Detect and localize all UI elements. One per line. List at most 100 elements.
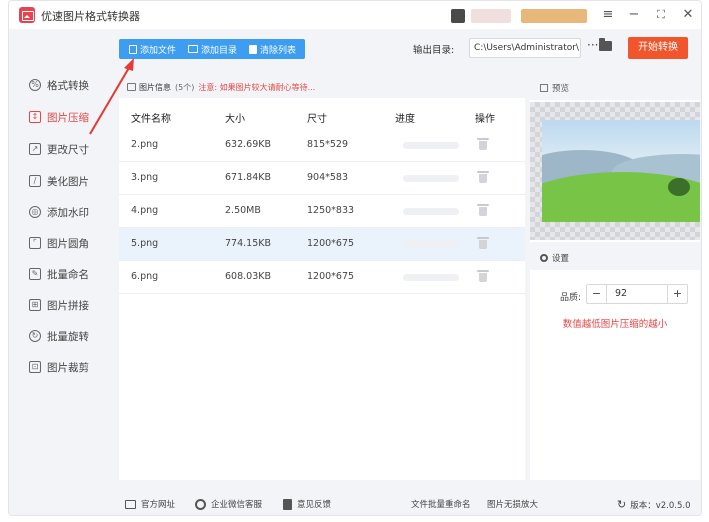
gear-icon <box>540 254 548 262</box>
image-icon <box>127 83 136 91</box>
sidebar-item-format-convert[interactable]: % 格式转换 <box>29 75 105 95</box>
feedback-label: 意见反馈 <box>297 500 332 510</box>
redacted-area <box>471 9 511 23</box>
open-folder-icon[interactable] <box>599 38 612 51</box>
add-file-label: 添加文件 <box>140 45 177 56</box>
file-list-panel: 图片信息 (5个) 注意: 如果图片较大请耐心等待... 文件名称 大小 尺寸 进度… <box>119 78 525 480</box>
table-row[interactable]: 6.png 608.03KB 1200*675 <box>119 261 525 294</box>
delete-icon[interactable] <box>477 170 489 183</box>
version-label: 版本：v2.0.5.0 <box>630 500 691 511</box>
clear-list-button[interactable]: 清除列表 <box>245 39 300 59</box>
trash-icon <box>249 44 258 54</box>
preview-image <box>542 120 700 222</box>
format-icon: % <box>29 79 41 91</box>
lossless-enlarge-link[interactable]: 图片无损放大 <box>487 498 538 510</box>
rename-icon: ✎ <box>29 268 41 280</box>
sidebar-item-rotate[interactable]: ↻ 批量旋转 <box>29 326 105 346</box>
file-icon <box>129 44 137 54</box>
menu-icon[interactable]: ≡ <box>599 6 617 24</box>
start-convert-button[interactable]: 开始转换 <box>628 37 688 59</box>
rotate-icon: ↻ <box>29 330 41 342</box>
file-dimensions: 815*529 <box>307 139 349 150</box>
sidebar-item-label: 图片圆角 <box>47 237 89 250</box>
app-window: 优速图片格式转换器 ≡ − ⛶ ✕ % 格式转换 ↕ 图片压缩 ↗ 更改尺寸 ∕… <box>8 0 702 516</box>
sidebar-item-compress[interactable]: ↕ 图片压缩 <box>29 107 105 127</box>
batch-rename-label: 文件批量重命名 <box>411 500 471 510</box>
feedback-link[interactable]: 意见反馈 <box>283 498 331 510</box>
sidebar-item-label: 图片拼接 <box>47 299 89 312</box>
add-file-button[interactable]: 添加文件 <box>125 39 180 59</box>
version-info[interactable]: ↻ 版本：v2.0.5.0 <box>617 498 691 511</box>
file-name: 5.png <box>131 238 159 249</box>
sidebar-item-label: 美化图片 <box>47 175 89 188</box>
table-row[interactable]: 3.png 671.84KB 904*583 <box>119 162 525 195</box>
sidebar-item-resize[interactable]: ↗ 更改尺寸 <box>29 139 105 159</box>
quality-label: 品质: <box>560 293 582 303</box>
sidebar-item-crop[interactable]: ⊡ 图片裁剪 <box>29 357 105 377</box>
clear-list-label: 清除列表 <box>260 45 297 56</box>
settings-panel: 设置 品质: − 92 + 数值越低图片压缩的越小 <box>530 248 700 480</box>
website-link[interactable]: 官方网址 <box>125 498 175 510</box>
sidebar-item-label: 格式转换 <box>47 79 89 92</box>
progress-bar <box>403 241 459 248</box>
table-row[interactable]: 5.png 774.15KB 1200*675 <box>119 228 525 261</box>
sidebar-item-watermark[interactable]: ◎ 添加水印 <box>29 202 105 222</box>
quality-hint: 数值越低图片压缩的越小 <box>562 319 668 330</box>
crop-icon: ⊡ <box>29 361 41 373</box>
table-row[interactable]: 4.png 2.50MB 1250*833 <box>119 195 525 228</box>
title-bar: 优速图片格式转换器 ≡ − ⛶ ✕ <box>9 1 701 29</box>
sidebar-item-label: 批量命名 <box>47 268 89 281</box>
add-folder-button[interactable]: 添加目录 <box>184 39 241 59</box>
header-dimensions: 尺寸 <box>307 114 327 125</box>
header-action: 操作 <box>475 114 495 125</box>
wechat-service-link[interactable]: 企业微信客服 <box>195 498 262 510</box>
sidebar-item-round-corner[interactable]: ⌜ 图片圆角 <box>29 233 105 253</box>
sidebar-item-label: 图片压缩 <box>47 111 89 124</box>
batch-rename-link[interactable]: 文件批量重命名 <box>411 498 471 510</box>
file-size: 2.50MB <box>225 205 261 216</box>
browse-more-button[interactable]: ··· <box>587 38 598 52</box>
quality-increase-button[interactable]: + <box>667 285 687 303</box>
file-size: 632.69KB <box>225 139 271 150</box>
delete-icon[interactable] <box>477 269 489 282</box>
tree-shape <box>668 178 690 196</box>
feedback-icon <box>283 498 292 510</box>
sidebar-item-rename[interactable]: ✎ 批量命名 <box>29 264 105 284</box>
output-dir-label: 输出目录: <box>413 45 455 56</box>
progress-bar <box>403 208 459 215</box>
monitor-icon <box>125 499 136 509</box>
file-dimensions: 1200*675 <box>307 271 355 282</box>
sidebar: % 格式转换 ↕ 图片压缩 ↗ 更改尺寸 ∕ 美化图片 ◎ 添加水印 ⌜ 图片圆… <box>9 29 107 489</box>
preview-icon <box>540 84 548 92</box>
close-icon[interactable]: ✕ <box>679 6 697 24</box>
quality-decrease-button[interactable]: − <box>587 285 607 303</box>
delete-icon[interactable] <box>477 203 489 216</box>
watermark-icon: ◎ <box>29 206 41 218</box>
folder-icon <box>188 45 199 53</box>
sidebar-item-label: 添加水印 <box>47 206 89 219</box>
sidebar-item-stitch[interactable]: ⊞ 图片拼接 <box>29 295 105 315</box>
file-name: 6.png <box>131 271 159 282</box>
large-image-warning: 注意: 如果图片较大请耐心等待... <box>198 83 316 92</box>
output-dir-input[interactable]: C:\Users\Administrator\ <box>469 38 581 58</box>
delete-icon[interactable] <box>477 236 489 249</box>
header-progress: 进度 <box>395 114 415 125</box>
sidebar-item-label: 更改尺寸 <box>47 143 89 156</box>
refresh-icon: ↻ <box>617 498 627 511</box>
redacted-area <box>521 9 587 23</box>
quality-value[interactable]: 92 <box>615 288 627 299</box>
website-label: 官方网址 <box>141 500 176 510</box>
maximize-icon[interactable]: ⛶ <box>652 6 670 24</box>
beautify-icon: ∕ <box>29 175 41 187</box>
minimize-icon[interactable]: − <box>625 6 643 24</box>
image-info-label: 图片信息 <box>139 83 171 92</box>
image-count: (5个) <box>175 83 195 92</box>
delete-icon[interactable] <box>477 137 489 150</box>
round-corner-icon: ⌜ <box>29 237 41 249</box>
sidebar-item-beautify[interactable]: ∕ 美化图片 <box>29 171 105 191</box>
wechat-icon <box>195 498 206 510</box>
status-bar: 官方网址 企业微信客服 意见反馈 文件批量重命名 图片无损放大 ↻ 版本：v2.0… <box>9 489 701 515</box>
image-info-bar: 图片信息 (5个) 注意: 如果图片较大请耐心等待... <box>119 78 525 98</box>
table-row[interactable]: 2.png 632.69KB 815*529 <box>119 129 525 162</box>
file-button-bar: 添加文件 添加目录 清除列表 <box>119 39 305 59</box>
